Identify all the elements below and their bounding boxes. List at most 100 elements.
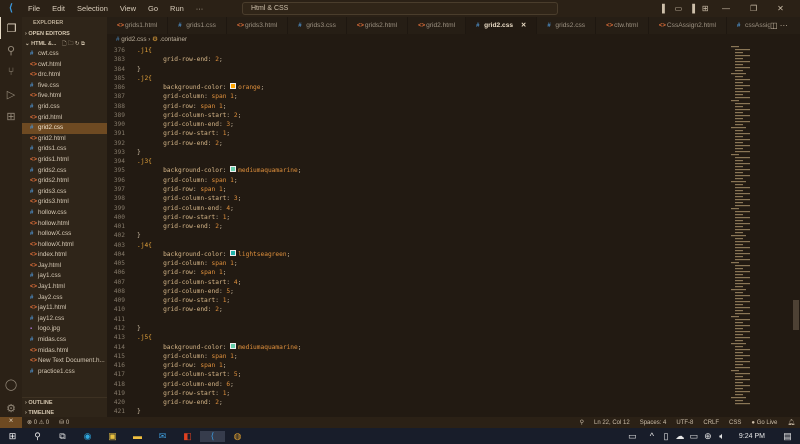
settings-gear-icon[interactable]: ⚙ [0, 397, 22, 419]
file-item[interactable]: # grid2.css [22, 123, 107, 134]
toggle-sidebar-icon[interactable]: ▌ [662, 4, 668, 13]
file-item[interactable]: <>five.html [22, 91, 107, 102]
file-item[interactable]: ▪ logo.jpg [22, 324, 107, 335]
task-view-icon[interactable]: ⧉ [50, 431, 75, 442]
file-item[interactable]: <>midas.html [22, 346, 107, 357]
indentation[interactable]: Spaces: 4 [635, 420, 672, 426]
breadcrumb-file[interactable]: grid2.css [121, 36, 146, 43]
extensions-icon[interactable]: ⊞ [0, 105, 22, 127]
mail-icon[interactable]: ✉ [150, 431, 175, 442]
menu-selection[interactable]: Selection [71, 4, 114, 13]
close-window-icon[interactable]: ✕ [777, 4, 784, 13]
tab-CssAssign2-html[interactable]: <>CssAssign2.html [649, 17, 728, 34]
meet-now-icon[interactable]: ▭ [620, 431, 645, 442]
file-item[interactable]: # jay1.css [22, 271, 107, 282]
menu-file[interactable]: File [22, 4, 46, 13]
encoding[interactable]: UTF-8 [671, 420, 698, 426]
split-editor-icon[interactable]: ◫ [770, 21, 778, 30]
tray-device-icon[interactable]: ▯ [659, 431, 673, 442]
notifications-bell-icon[interactable]: 🔔︎ [782, 419, 800, 426]
file-item[interactable]: # cwt.css [22, 49, 107, 60]
run-debug-icon[interactable]: ▷ [0, 83, 22, 105]
file-item[interactable]: # five.css [22, 81, 107, 92]
color-swatch[interactable] [230, 83, 237, 90]
file-item[interactable]: # grids3.css [22, 187, 107, 198]
file-item[interactable]: # hollowX.css [22, 229, 107, 240]
toggle-secondary-sidebar-icon[interactable]: ▐ [689, 4, 695, 13]
go-live-button[interactable]: ● Go Live [746, 420, 782, 426]
file-item[interactable]: # grids1.css [22, 144, 107, 155]
file-item[interactable]: # midas.css [22, 335, 107, 346]
outline-section[interactable]: › OUTLINE [22, 397, 107, 407]
store-icon[interactable]: ▣ [100, 431, 125, 442]
menu-run[interactable]: Run [164, 4, 190, 13]
file-item[interactable]: <>hollow.html [22, 219, 107, 230]
account-icon[interactable]: ◯ [0, 373, 22, 395]
color-swatch[interactable] [230, 166, 237, 173]
clock[interactable]: 9:24 PM [729, 433, 775, 440]
problems-indicator[interactable]: ⊗ 0 ⚠ 0 [22, 419, 54, 426]
end-of-line[interactable]: CRLF [698, 420, 724, 426]
more-actions-icon[interactable]: ··· [780, 21, 788, 30]
file-item[interactable]: <>grids3.html [22, 197, 107, 208]
menu-[interactable]: ··· [190, 4, 210, 13]
file-item[interactable]: <>grids2.html [22, 176, 107, 187]
cursor-position[interactable]: Ln 22, Col 12 [589, 420, 635, 426]
tab-grids1-html[interactable]: <>grids1.html [107, 17, 169, 34]
file-item[interactable]: <>grid2.html [22, 134, 107, 145]
close-tab-icon[interactable]: ✕ [519, 22, 527, 29]
file-item[interactable]: <>grids1.html [22, 155, 107, 166]
network-icon[interactable]: ⊕ [701, 431, 715, 442]
file-item[interactable]: <>grid.html [22, 113, 107, 124]
file-item[interactable]: # grid.css [22, 102, 107, 113]
code-editor[interactable]: 376 .j1{383 grid-row-end: 2; 384} 385 .j2{38… [107, 46, 727, 417]
minimize-icon[interactable]: — [722, 4, 730, 13]
zoom-icon[interactable]: ⚲ [575, 419, 589, 426]
file-explorer-icon[interactable]: ▬ [125, 431, 150, 441]
edge-icon[interactable]: ◉ [75, 431, 100, 442]
color-swatch[interactable] [230, 249, 237, 256]
tray-battery-icon[interactable]: ▭ [687, 431, 701, 442]
tab-grids2-html[interactable]: <>grids2.html [347, 17, 409, 34]
tab-grids1-css[interactable]: # grids1.css [168, 17, 227, 34]
file-item[interactable]: # hollow.css [22, 208, 107, 219]
color-swatch[interactable] [230, 342, 237, 349]
tray-cloud-icon[interactable]: ☁ [673, 431, 687, 442]
folder-section[interactable]: ⌄ HTML &... 🗋 🗀 ↻ ⧉ [22, 39, 107, 49]
tab-grids3-html[interactable]: <>grids3.html [227, 17, 289, 34]
menu-view[interactable]: View [114, 4, 142, 13]
tray-chevron-icon[interactable]: ^ [645, 431, 659, 441]
tab-grids2-css[interactable]: # grids2.css [537, 17, 597, 34]
volume-icon[interactable]: 🔈︎ [715, 431, 729, 442]
customize-layout-icon[interactable]: ⊞ [702, 4, 709, 13]
explorer-icon[interactable]: ❐ [0, 17, 22, 39]
tab-grid2-html[interactable]: <>grid2.html [408, 17, 467, 34]
source-control-icon[interactable]: ⑂ [0, 61, 22, 83]
file-item[interactable]: <>New Text Document.h... [22, 356, 107, 367]
tab-grids3-css[interactable]: # grids3.css [288, 17, 347, 34]
file-item[interactable]: <>drc.html [22, 70, 107, 81]
tab-grid2-css[interactable]: # grid2.css ✕ [466, 17, 538, 34]
file-item[interactable]: # practice1.css [22, 367, 107, 375]
file-item[interactable]: # jay12.css [22, 314, 107, 325]
restore-icon[interactable]: ❐ [750, 4, 757, 13]
file-item[interactable]: <>index.html [22, 250, 107, 261]
breadcrumb-symbol[interactable]: .container [159, 36, 187, 43]
minimap[interactable] [728, 46, 792, 417]
windows-start-icon[interactable]: ⊞ [0, 431, 25, 442]
open-editors-section[interactable]: › OPEN EDITORS [22, 29, 107, 39]
file-item[interactable]: <>Jay.html [22, 261, 107, 272]
ports-indicator[interactable]: ⛁ 0 [54, 419, 74, 426]
file-item[interactable]: <>hollowX.html [22, 240, 107, 251]
file-item[interactable]: <>cwt.html [22, 60, 107, 71]
taskbar-search-icon[interactable]: ⚲ [25, 431, 50, 442]
file-item[interactable]: <>Jay1.html [22, 282, 107, 293]
chrome-icon[interactable]: ◍ [225, 431, 250, 442]
vertical-scrollbar[interactable] [793, 300, 799, 330]
tab-ctw-html[interactable]: <>ctw.html [596, 17, 649, 34]
search-icon[interactable]: ⚲ [0, 39, 22, 61]
command-center-search[interactable]: Html & CSS [242, 2, 558, 15]
toggle-panel-icon[interactable]: ▭ [675, 4, 683, 13]
file-item[interactable]: <>jay11.html [22, 303, 107, 314]
file-item[interactable]: # grids2.css [22, 166, 107, 177]
